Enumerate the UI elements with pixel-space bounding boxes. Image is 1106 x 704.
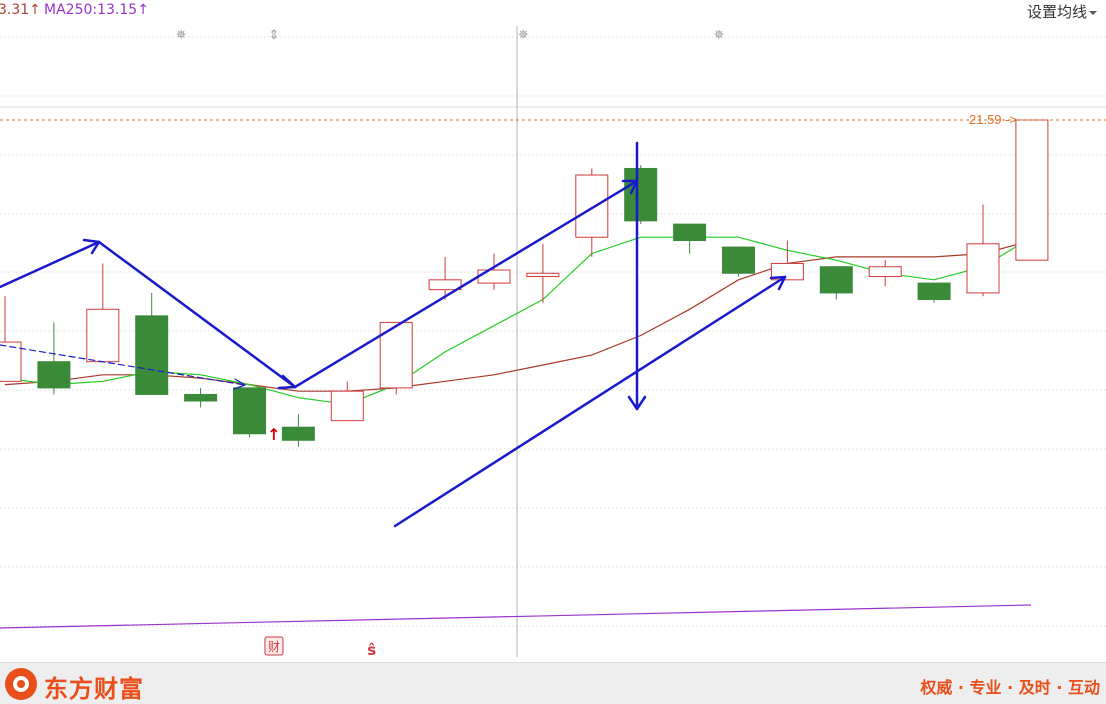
ma250-value: MA250:13.15 bbox=[44, 2, 138, 18]
candle bbox=[722, 246, 755, 277]
brand-logo-icon bbox=[5, 668, 37, 700]
candle bbox=[819, 266, 853, 300]
candle bbox=[1015, 119, 1049, 261]
candle bbox=[233, 387, 266, 438]
brand-slogan: 权威 · 专业 · 及时 · 互动 bbox=[920, 678, 1100, 697]
event-markers: ✵ ✵ ✵ ⇕ ↑ 财 ŝ bbox=[176, 28, 725, 659]
candle-body-up bbox=[1015, 119, 1049, 261]
candle-body-up bbox=[86, 308, 120, 363]
star-icon: ✵ bbox=[713, 28, 724, 43]
ma250-legend: MA250:13.15↑ bbox=[44, 2, 149, 18]
candle bbox=[624, 165, 658, 225]
candle-body-up bbox=[868, 266, 902, 278]
candle bbox=[135, 292, 169, 395]
candle bbox=[868, 260, 902, 287]
candle bbox=[966, 204, 1000, 297]
candle bbox=[526, 243, 560, 303]
up-arrow-icon: ↑ bbox=[29, 2, 41, 18]
candle bbox=[86, 263, 120, 363]
ma250-line-group bbox=[0, 604, 1032, 629]
annotation-uptrend-line bbox=[0, 240, 101, 289]
caret-down-icon bbox=[1089, 10, 1097, 15]
candle-body-down bbox=[722, 246, 755, 274]
candle bbox=[575, 168, 609, 257]
double-arrow-icon: ⇕ bbox=[268, 28, 279, 43]
candle-body-up bbox=[477, 269, 511, 284]
candle-body-up bbox=[428, 279, 462, 291]
candles bbox=[0, 119, 1049, 447]
star-icon: ✵ bbox=[518, 28, 529, 43]
brand-name: 东方财富 bbox=[44, 675, 144, 703]
reference-price-label: 21.59 -> bbox=[969, 112, 1017, 127]
annotation-long-uptrend-arrow bbox=[393, 275, 787, 528]
settings-label: 设置均线 bbox=[1026, 3, 1087, 21]
candle bbox=[37, 322, 71, 395]
candle-body-down bbox=[917, 282, 951, 300]
candle bbox=[281, 414, 315, 447]
candle bbox=[0, 296, 22, 382]
candle-body-down bbox=[135, 315, 169, 395]
candle-body-down bbox=[37, 361, 71, 389]
candle bbox=[770, 240, 804, 281]
set-moving-average-button[interactable]: 设置均线 bbox=[1027, 1, 1098, 22]
candle-body-down bbox=[673, 223, 707, 242]
s-badge-icon: ŝ bbox=[367, 641, 376, 659]
candle-body-up bbox=[526, 272, 560, 278]
annotation-downtrend-line bbox=[97, 240, 297, 389]
candle-body-up bbox=[330, 390, 364, 422]
candle bbox=[184, 387, 218, 408]
candle bbox=[917, 282, 951, 303]
candle bbox=[673, 223, 707, 254]
candle-body-down bbox=[233, 387, 266, 435]
price-reference-line: 21.59 -> bbox=[0, 112, 1106, 127]
ma-legend-prev: 3.31↑ bbox=[0, 2, 41, 18]
ma-prev-value: 3.31 bbox=[0, 2, 30, 18]
financial-badge-text: 财 bbox=[268, 640, 280, 654]
ma250-line bbox=[0, 604, 1032, 629]
up-arrow-icon: ↑ bbox=[137, 2, 149, 18]
footer-bar: 东方财富 权威 · 专业 · 及时 · 互动 bbox=[0, 662, 1106, 704]
annotation-dashed-line bbox=[0, 344, 246, 386]
candle bbox=[330, 381, 364, 422]
candle-body-down bbox=[281, 426, 315, 441]
candle bbox=[428, 256, 462, 300]
candle-body-down bbox=[184, 393, 218, 402]
candle-body-down bbox=[819, 266, 853, 294]
up-arrow-icon: ↑ bbox=[267, 425, 280, 444]
candle-body-up bbox=[966, 243, 1000, 294]
candle-body-up bbox=[575, 174, 609, 238]
candle-body-up bbox=[0, 341, 22, 382]
candlestick-chart: 21.59 -> ✵ ✵ ✵ ⇕ ↑ 财 ŝ bbox=[0, 26, 1106, 659]
candle-body-down bbox=[624, 167, 658, 222]
star-icon: ✵ bbox=[176, 28, 187, 43]
